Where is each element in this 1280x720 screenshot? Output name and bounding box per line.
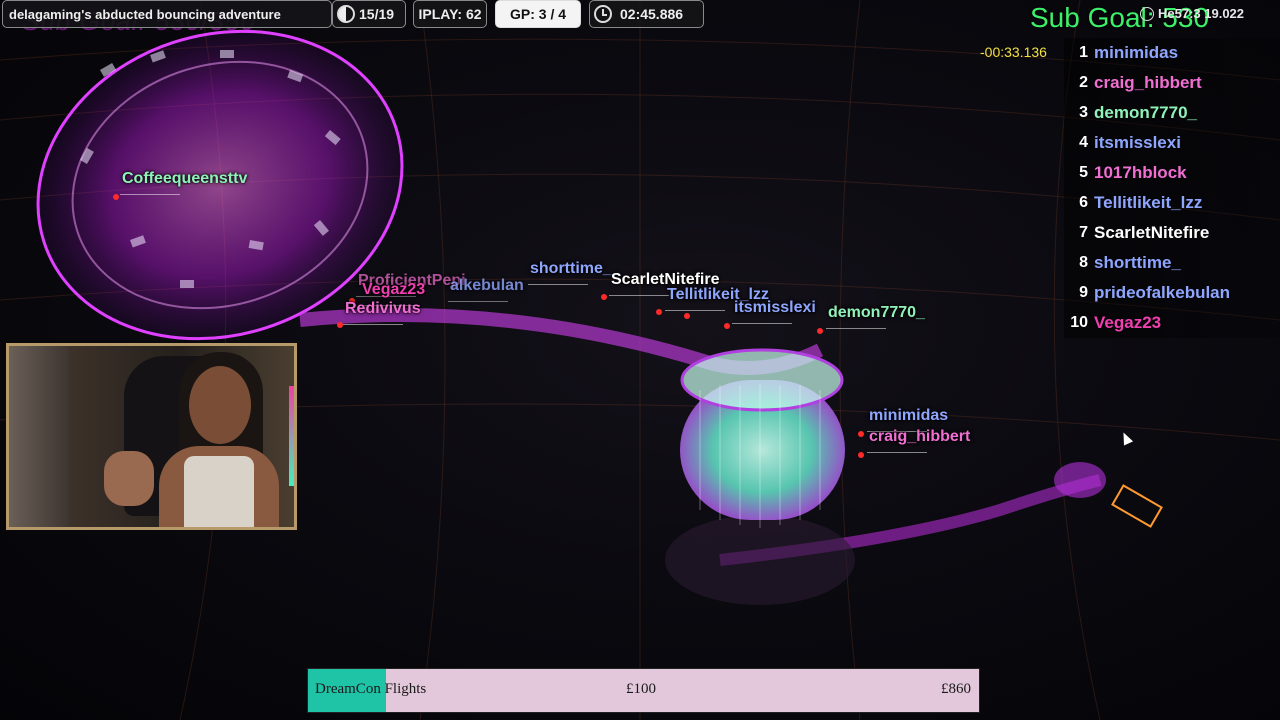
player-tag-shorttime: shorttime_	[528, 260, 612, 285]
donation-label: DreamCon Flights	[315, 681, 427, 697]
clock-icon	[594, 5, 612, 23]
leaderboard-row: 10 Vegaz23	[1064, 308, 1280, 338]
checkpoint-value: 15/19	[359, 6, 395, 22]
leaderboard-player-name: Tellitlikeit_lzz	[1094, 193, 1203, 212]
leaderboard-position: 8	[1079, 254, 1088, 271]
donation-current: £100	[626, 681, 656, 697]
leaderboard-row: 9 prideofalkebulan	[1064, 278, 1280, 308]
leaderboard-position: 1	[1079, 44, 1088, 61]
checkpoint-marker	[1111, 484, 1163, 528]
gp-counter: GP: 3 / 4	[495, 0, 581, 28]
webcam-streamer-top	[184, 456, 254, 527]
top-right-value: He57:3 19.022	[1158, 6, 1245, 21]
player-tag-vegaz23: Vegaz23	[359, 281, 426, 306]
leaderboard-player-name: itsmisslexi	[1094, 133, 1181, 152]
player-tag-demon7770: demon7770_	[826, 304, 925, 329]
iplay-counter: IPLAY: 62	[413, 0, 487, 28]
leaderboard-row: 1 minimidas	[1064, 38, 1280, 68]
leaderboard-row: 6 Tellitlikeit_lzz	[1064, 188, 1280, 218]
leaderboard: 1 minimidas 2 craig_hibbert 3 demon7770_ 4 itsm…	[1064, 38, 1280, 338]
checkpoint-icon	[337, 5, 355, 23]
player-tag-minimidas: minimidas	[866, 407, 949, 432]
split-gap: -00:33.136	[980, 44, 1047, 60]
timer-value: 02:45.886	[620, 6, 684, 22]
player-tag-alkebulan: alkebulan	[448, 277, 524, 302]
leaderboard-row: 3 demon7770_	[1064, 98, 1280, 128]
webcam-streamer-hand	[104, 451, 154, 506]
leaderboard-row: 8 shorttime_	[1064, 248, 1280, 278]
leaderboard-row: 4 itsmisslexi	[1064, 128, 1280, 158]
leaderboard-position: 10	[1070, 314, 1088, 331]
leaderboard-position: 7	[1079, 224, 1088, 241]
leaderboard-position: 9	[1079, 284, 1088, 301]
donation-target: £860	[941, 681, 971, 697]
leaderboard-row: 5 1017hblock	[1064, 158, 1280, 188]
player-tag-itsmisslexi: itsmisslexi	[732, 299, 816, 324]
globe-icon	[1140, 6, 1154, 21]
leaderboard-player-name: Vegaz23	[1094, 313, 1162, 332]
top-right-stat: He57:3 19.022	[1140, 6, 1244, 21]
leaderboard-player-name: prideofalkebulan	[1094, 283, 1231, 302]
leaderboard-row: 2 craig_hibbert	[1064, 68, 1280, 98]
leaderboard-player-name: minimidas	[1094, 43, 1179, 62]
leaderboard-player-name: craig_hibbert	[1094, 73, 1202, 92]
leaderboard-position: 4	[1079, 134, 1088, 151]
race-timer: 02:45.886	[589, 0, 704, 28]
leaderboard-player-name: demon7770_	[1094, 103, 1197, 122]
checkpoint-counter: 15/19	[332, 0, 406, 28]
leaderboard-position: 3	[1079, 104, 1088, 121]
leaderboard-player-name: ScarletNitefire	[1094, 223, 1210, 242]
leaderboard-position: 5	[1079, 164, 1088, 181]
race-title: delagaming's abducted bouncing adventure	[2, 0, 332, 28]
leaderboard-player-name: 1017hblock	[1094, 163, 1187, 182]
webcam-background	[9, 346, 69, 527]
player-tag-coffeequeensttv: Coffeequeensttv	[119, 170, 248, 195]
player-tag-redivivus: Redivivus	[343, 300, 421, 325]
webcam-streamer-face	[189, 366, 251, 444]
leaderboard-player-name: shorttime_	[1094, 253, 1181, 272]
webcam-feed	[6, 343, 297, 530]
donation-goal-bar: DreamCon Flights £100 £860	[308, 669, 979, 712]
leaderboard-position: 6	[1079, 194, 1088, 211]
game-viewport: Sub Goal: 530/350 delagaming's abducted …	[0, 0, 1280, 720]
leaderboard-row: 7 ScarletNitefire	[1064, 218, 1280, 248]
player-tag-craig-hibbert: craig_hibbert	[866, 428, 971, 453]
webcam-led-light	[289, 386, 294, 486]
leaderboard-position: 2	[1079, 74, 1088, 91]
